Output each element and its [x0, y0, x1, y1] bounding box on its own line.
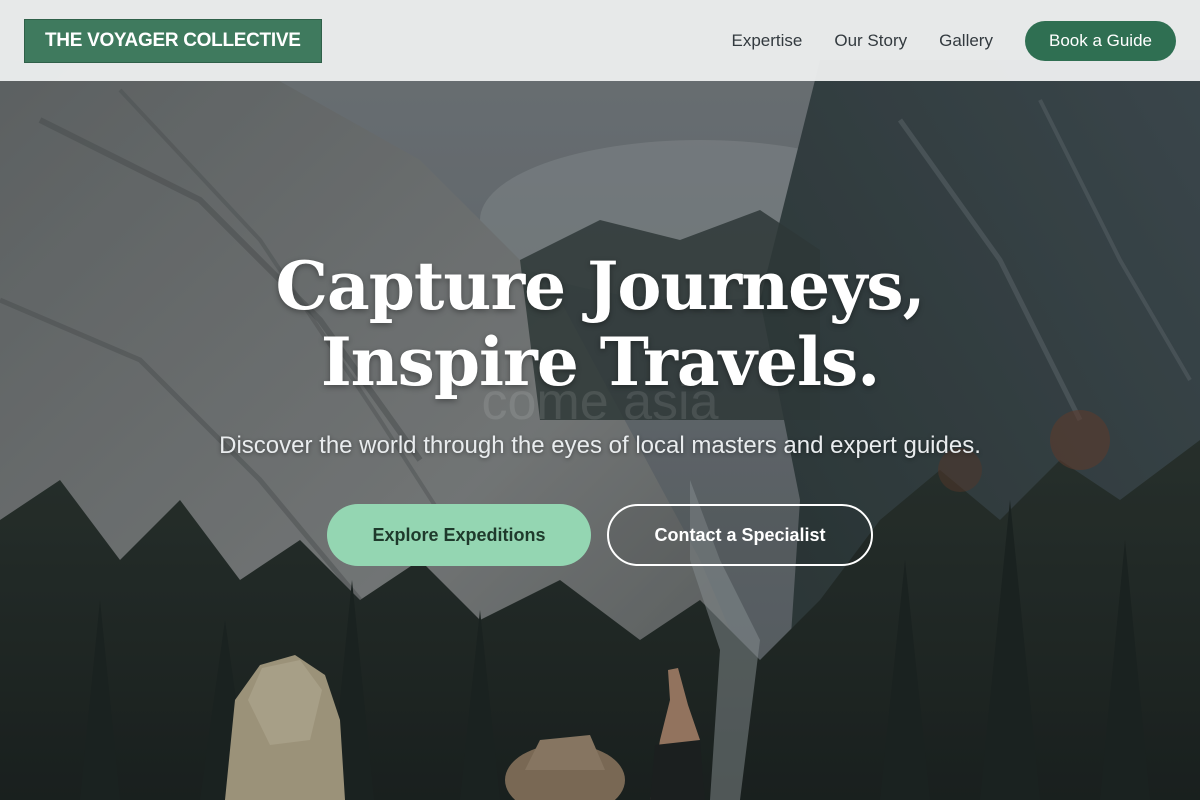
explore-expeditions-button[interactable]: Explore Expeditions [327, 504, 591, 566]
main-nav: Expertise Our Story Gallery Book a Guide [732, 20, 1176, 61]
brand-logo[interactable]: THE VOYAGER COLLECTIVE [24, 18, 322, 63]
nav-link-our-story[interactable]: Our Story [834, 31, 907, 51]
contact-specialist-button[interactable]: Contact a Specialist [607, 504, 873, 566]
hero-title: Capture Journeys, Inspire Travels. [275, 247, 925, 401]
nav-link-expertise[interactable]: Expertise [732, 31, 803, 51]
nav-link-gallery[interactable]: Gallery [939, 31, 993, 51]
hero-actions: Explore Expeditions Contact a Specialist [0, 504, 1200, 566]
hero-content: Capture Journeys, Inspire Travels. Disco… [0, 248, 1200, 566]
site-header: THE VOYAGER COLLECTIVE Expertise Our Sto… [0, 0, 1200, 81]
hero-subtitle: Discover the world through the eyes of l… [219, 432, 981, 459]
book-guide-button[interactable]: Book a Guide [1024, 20, 1176, 61]
